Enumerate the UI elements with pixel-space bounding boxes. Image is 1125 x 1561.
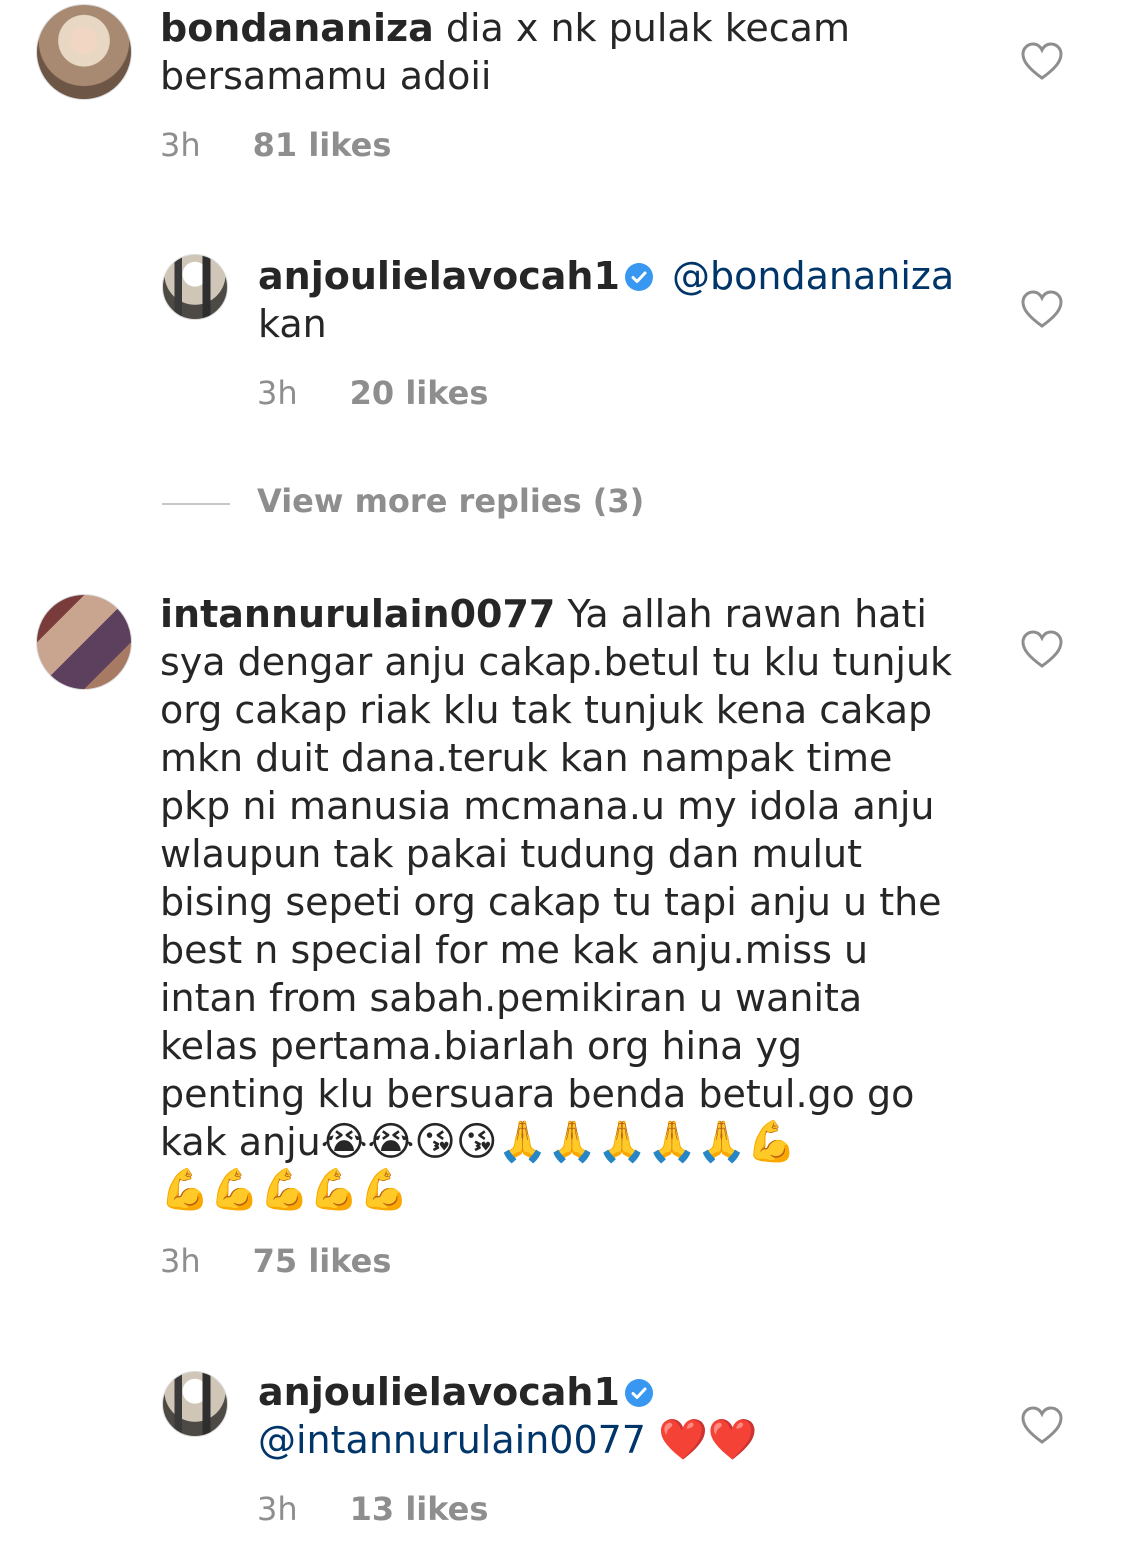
emoji-sequence: 😭😭😘😘🙏🙏🙏🙏🙏💪: [320, 1119, 797, 1165]
verified-badge-icon: [624, 263, 653, 291]
comment-meta: 3h 81 likes: [160, 126, 391, 164]
comment-text: pkp ni manusia mcmana.u my idola anju: [160, 784, 935, 828]
comment-body: anjoulielavocah1 @intannurulain0077 ❤️❤️: [258, 1368, 998, 1464]
heart-outline-icon[interactable]: [1020, 1405, 1064, 1445]
timestamp: 3h: [160, 126, 201, 164]
comment-text: bising sepeti org cakap tu tapi anju u t…: [160, 880, 942, 924]
heart-outline-icon[interactable]: [1020, 629, 1064, 669]
heart-outline-icon[interactable]: [1020, 289, 1064, 329]
divider: [162, 503, 230, 505]
comment-text: kelas pertama.biarlah org hina yg: [160, 1024, 803, 1068]
username[interactable]: intannurulain0077: [160, 592, 555, 636]
mention-link[interactable]: @bondananiza: [672, 254, 954, 298]
comment-text: intan from sabah.pemikiran u wanita: [160, 976, 863, 1020]
likes-count[interactable]: 20 likes: [350, 374, 489, 412]
comment-meta: 3h 75 likes: [160, 1242, 391, 1280]
username[interactable]: anjoulielavocah1: [258, 1370, 620, 1414]
comment-body: bondananiza dia x nk pulak kecam bersama…: [160, 4, 1010, 100]
comment-text: penting klu bersuara benda betul.go go: [160, 1072, 915, 1116]
comment-meta: 3h 20 likes: [257, 374, 488, 412]
comment-text: best n special for me kak anju.miss u: [160, 928, 869, 972]
comment-text: kak anju: [160, 1120, 321, 1164]
comment-text: org cakap riak klu tak tunjuk kena cakap: [160, 688, 933, 732]
comment-text: Ya allah rawan hati: [567, 592, 927, 636]
comment-text: wlaupun tak pakai tudung dan mulut: [160, 832, 862, 876]
avatar[interactable]: [162, 254, 228, 320]
avatar[interactable]: [162, 1371, 228, 1437]
view-more-replies-label[interactable]: View more replies (3): [257, 482, 644, 520]
timestamp: 3h: [160, 1242, 201, 1280]
avatar[interactable]: [36, 4, 132, 100]
comment-body: anjoulielavocah1 @bondananiza kan: [258, 252, 998, 348]
timestamp: 3h: [257, 1490, 298, 1528]
username[interactable]: anjoulielavocah1: [258, 254, 620, 298]
comment-text: sya dengar anju cakap.betul tu klu tunju…: [160, 640, 953, 684]
likes-count[interactable]: 13 likes: [350, 1490, 489, 1528]
timestamp: 3h: [257, 374, 298, 412]
comment-text: bersamamu adoii: [160, 54, 492, 98]
mention-link[interactable]: @intannurulain0077: [258, 1418, 646, 1462]
comment-meta: 3h 13 likes: [257, 1490, 488, 1528]
comment-text: dia x nk pulak kecam: [445, 6, 850, 50]
comment-body: intannurulain0077 Ya allah rawan hati sy…: [160, 590, 990, 1214]
emoji-sequence: 💪💪💪💪💪: [160, 1167, 410, 1213]
likes-count[interactable]: 75 likes: [253, 1242, 392, 1280]
likes-count[interactable]: 81 likes: [253, 126, 392, 164]
avatar[interactable]: [36, 594, 132, 690]
verified-badge-icon: [624, 1379, 653, 1407]
heart-emoji: ❤️❤️: [658, 1417, 758, 1463]
heart-outline-icon[interactable]: [1020, 41, 1064, 81]
comment-text: kan: [258, 302, 327, 346]
username[interactable]: bondananiza: [160, 6, 434, 50]
comment-text: mkn duit dana.teruk kan nampak time: [160, 736, 893, 780]
